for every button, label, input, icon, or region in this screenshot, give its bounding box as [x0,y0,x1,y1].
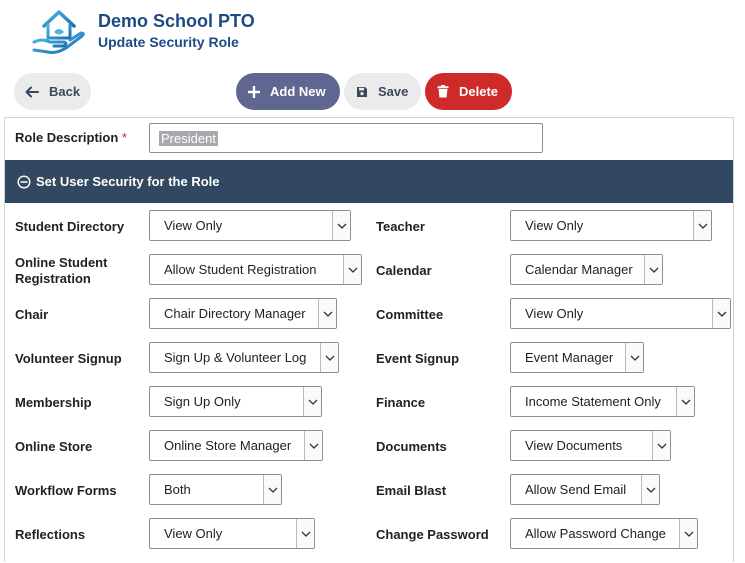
select-value: Event Manager [525,350,614,365]
select-value: Online Store Manager [164,438,292,453]
chevron-down-icon [304,431,322,460]
plus-icon [248,85,260,98]
chevron-down-icon [712,299,730,328]
select-chair[interactable]: Chair Directory Manager [149,298,337,329]
add-new-button-label: Add New [270,84,326,99]
trash-icon [437,85,449,98]
toolbar: Back Add New Save Delete [0,73,745,111]
select-value: Both [164,482,191,497]
select-event-signup[interactable]: Event Manager [510,342,644,373]
select-reflections[interactable]: View Only [149,518,315,549]
select-value: Chair Directory Manager [164,306,306,321]
field-label-online-store: Online Store [15,439,93,454]
select-value: View Only [164,218,223,233]
select-calendar[interactable]: Calendar Manager [510,254,663,285]
delete-button-label: Delete [459,84,499,99]
save-button[interactable]: Save [344,73,421,110]
select-value: Sign Up Only [164,394,241,409]
chevron-down-icon [263,475,281,504]
chevron-down-icon [641,475,659,504]
select-value: Allow Send Email [525,482,627,497]
field-label-teacher: Teacher [376,219,425,234]
select-membership[interactable]: Sign Up Only [149,386,322,417]
select-online-student-registration[interactable]: Allow Student Registration [149,254,362,285]
chevron-down-icon [332,211,350,240]
back-button[interactable]: Back [14,73,91,110]
section-header[interactable]: Set User Security for the Role [5,160,733,203]
select-finance[interactable]: Income Statement Only [510,386,695,417]
select-value: Income Statement Only [525,394,661,409]
page-header: Demo School PTO Update Security Role [0,0,745,70]
house-in-hand-icon [32,10,85,54]
select-value: View Only [164,526,223,541]
collapse-circle-minus-icon [17,174,31,189]
field-label-chair: Chair [15,307,49,322]
select-teacher[interactable]: View Only [510,210,712,241]
select-change-password[interactable]: Allow Password Change [510,518,698,549]
chevron-down-icon [625,343,643,372]
required-marker: * [121,130,127,145]
permission-grid: Student Directory View Only Teacher View… [5,203,733,563]
field-label-calendar: Calendar [376,263,432,278]
chevron-down-icon [676,387,694,416]
field-label-email-blast: Email Blast [376,483,447,498]
field-label-online-student-registration: Online Student Registration [15,255,108,286]
select-value: Allow Student Registration [164,262,317,277]
select-value: Calendar Manager [525,262,633,277]
select-value: Sign Up & Volunteer Log [164,350,307,365]
section-title: Set User Security for the Role [36,174,220,189]
chevron-down-icon [679,519,697,548]
security-role-form: Role Description * President Set User Se… [4,117,734,562]
add-new-button[interactable]: Add New [236,73,340,110]
select-student-directory[interactable]: View Only [149,210,351,241]
field-label-workflow-forms: Workflow Forms [15,483,117,498]
chevron-down-icon [303,387,321,416]
chevron-down-icon [652,431,670,460]
chevron-down-icon [644,255,662,284]
floppy-disk-icon [357,86,367,97]
select-value: View Only [525,218,584,233]
field-label-volunteer-signup: Volunteer Signup [15,351,122,366]
select-workflow-forms[interactable]: Both [149,474,282,505]
save-button-label: Save [378,84,409,99]
field-label-change-password: Change Password [376,527,489,542]
role-description-input[interactable]: President [149,123,543,153]
field-label-reflections: Reflections [15,527,86,542]
app-title: Demo School PTO [98,11,255,31]
field-label-documents: Documents [376,439,447,454]
chevron-down-icon [296,519,314,548]
field-label-membership: Membership [15,395,92,410]
select-documents[interactable]: View Documents [510,430,671,461]
role-description-label: Role Description * [15,130,127,145]
field-label-finance: Finance [376,395,426,410]
delete-button[interactable]: Delete [425,73,512,110]
field-label-event-signup: Event Signup [376,351,460,366]
field-label-student-directory: Student Directory [15,219,125,234]
role-description-value: President [159,130,218,146]
select-online-store[interactable]: Online Store Manager [149,430,323,461]
page-title: Update Security Role [98,34,239,50]
chevron-down-icon [320,343,338,372]
select-value: View Only [525,306,584,321]
field-label-committee: Committee [376,307,444,322]
select-email-blast[interactable]: Allow Send Email [510,474,660,505]
role-description-row: Role Description * President [5,118,733,160]
chevron-down-icon [318,299,336,328]
select-value: View Documents [525,438,623,453]
select-value: Allow Password Change [525,526,666,541]
back-button-label: Back [49,84,81,99]
select-volunteer-signup[interactable]: Sign Up & Volunteer Log [149,342,339,373]
chevron-down-icon [343,255,361,284]
chevron-down-icon [693,211,711,240]
select-committee[interactable]: View Only [510,298,731,329]
arrow-left-icon [25,86,39,97]
